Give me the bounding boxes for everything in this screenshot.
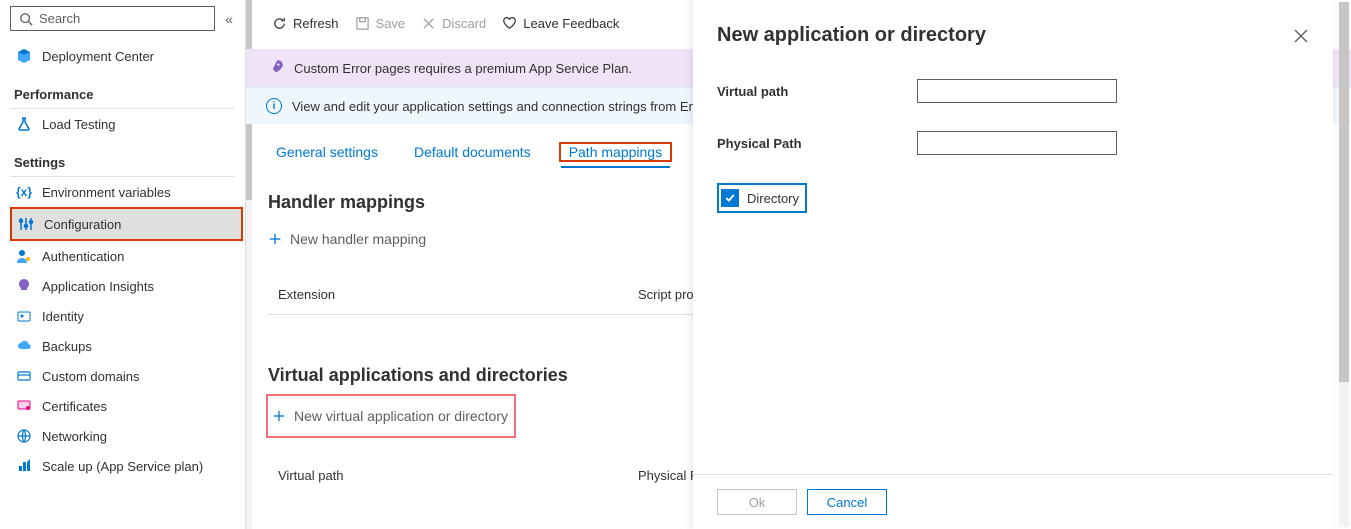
directory-checkbox[interactable] bbox=[721, 189, 739, 207]
sidebar-item-label: Scale up (App Service plan) bbox=[42, 459, 203, 474]
new-handler-mapping-button[interactable]: New handler mapping bbox=[268, 221, 426, 257]
sidebar-item-deployment-center[interactable]: Deployment Center bbox=[10, 41, 245, 71]
sidebar-item-certificates[interactable]: Certificates bbox=[10, 391, 245, 421]
search-input[interactable]: Search bbox=[10, 6, 215, 31]
toolbar-label: Refresh bbox=[293, 16, 339, 31]
physical-path-label: Physical Path bbox=[717, 136, 917, 151]
sidebar-item-label: Custom domains bbox=[42, 369, 140, 384]
tab-general-settings[interactable]: General settings bbox=[268, 138, 386, 166]
sidebar-item-label: Networking bbox=[42, 429, 107, 444]
sidebar-item-identity[interactable]: Identity bbox=[10, 301, 245, 331]
sidebar-item-label: Identity bbox=[42, 309, 84, 324]
rocket-icon bbox=[266, 59, 284, 77]
ok-button[interactable]: Ok bbox=[717, 489, 797, 515]
sidebar-item-backups[interactable]: Backups bbox=[10, 331, 245, 361]
sidebar-item-configuration[interactable]: Configuration bbox=[12, 209, 241, 239]
sidebar-item-load-testing[interactable]: Load Testing bbox=[10, 109, 245, 139]
sidebar-item-label: Backups bbox=[42, 339, 92, 354]
directory-label: Directory bbox=[747, 191, 799, 206]
search-placeholder: Search bbox=[39, 11, 80, 26]
sidebar-item-label: Load Testing bbox=[42, 117, 116, 132]
sidebar-item-custom-domains[interactable]: Custom domains bbox=[10, 361, 245, 391]
collapse-sidebar-button[interactable]: « bbox=[221, 11, 237, 27]
sidebar-section-settings: Settings bbox=[10, 139, 235, 177]
check-icon bbox=[724, 192, 736, 204]
scale-up-icon bbox=[16, 458, 32, 474]
refresh-button[interactable]: Refresh bbox=[272, 16, 339, 31]
sidebar-item-authentication[interactable]: Authentication bbox=[10, 241, 245, 271]
discard-icon bbox=[421, 16, 436, 31]
banner-text: Custom Error pages requires a premium Ap… bbox=[294, 61, 632, 76]
sidebar-item-label: Certificates bbox=[42, 399, 107, 414]
panel-title: New application or directory bbox=[717, 24, 986, 47]
info-icon: i bbox=[266, 98, 282, 114]
network-icon bbox=[16, 428, 32, 444]
sidebar-section-performance: Performance bbox=[10, 71, 235, 109]
discard-button[interactable]: Discard bbox=[421, 16, 486, 31]
tab-default-documents[interactable]: Default documents bbox=[406, 138, 539, 166]
bulb-icon bbox=[16, 278, 32, 294]
close-icon[interactable] bbox=[1293, 28, 1309, 44]
user-key-icon bbox=[16, 248, 32, 264]
col-extension: Extension bbox=[278, 287, 478, 302]
toolbar-label: Leave Feedback bbox=[523, 16, 619, 31]
physical-path-input[interactable] bbox=[917, 131, 1117, 155]
sidebar-item-application-insights[interactable]: Application Insights bbox=[10, 271, 245, 301]
add-link-label: New handler mapping bbox=[290, 231, 426, 247]
sidebar-item-label: Environment variables bbox=[42, 185, 171, 200]
sliders-icon bbox=[18, 216, 34, 232]
refresh-icon bbox=[272, 16, 287, 31]
new-virtual-app-button[interactable]: New virtual application or directory bbox=[272, 398, 508, 434]
flask-icon bbox=[16, 116, 32, 132]
sidebar-item-scale-up[interactable]: Scale up (App Service plan) bbox=[10, 451, 245, 481]
leave-feedback-button[interactable]: Leave Feedback bbox=[502, 16, 619, 31]
cloud-icon bbox=[16, 338, 32, 354]
certificate-icon bbox=[16, 398, 32, 414]
tab-path-mappings[interactable]: Path mappings bbox=[561, 138, 670, 168]
sidebar-item-label: Application Insights bbox=[42, 279, 154, 294]
infobar-text: View and edit your application settings … bbox=[292, 99, 702, 114]
id-icon bbox=[16, 308, 32, 324]
virtual-path-input[interactable] bbox=[917, 79, 1117, 103]
save-icon bbox=[355, 16, 370, 31]
sidebar-item-label: Configuration bbox=[44, 217, 121, 232]
cancel-button[interactable]: Cancel bbox=[807, 489, 887, 515]
new-app-panel: New application or directory Virtual pat… bbox=[693, 0, 1333, 529]
sidebar-item-label: Deployment Center bbox=[42, 49, 154, 64]
sidebar: Search « Deployment Center Performance L… bbox=[0, 0, 246, 529]
virtual-path-label: Virtual path bbox=[717, 84, 917, 99]
plus-icon bbox=[272, 409, 286, 423]
tab-path-mappings-highlight: Path mappings bbox=[559, 142, 672, 162]
col-virtual-path: Virtual path bbox=[278, 468, 478, 483]
sidebar-item-label: Authentication bbox=[42, 249, 124, 264]
page-scrollbar-thumb[interactable] bbox=[1339, 2, 1349, 382]
sidebar-item-environment-variables[interactable]: {x} Environment variables bbox=[10, 177, 245, 207]
box-icon bbox=[16, 48, 32, 64]
heart-icon bbox=[502, 16, 517, 31]
plus-icon bbox=[268, 232, 282, 246]
globe-icon bbox=[16, 368, 32, 384]
variable-icon: {x} bbox=[16, 184, 32, 200]
search-icon bbox=[19, 12, 33, 26]
save-button[interactable]: Save bbox=[355, 16, 406, 31]
add-link-label: New virtual application or directory bbox=[294, 408, 508, 424]
toolbar-label: Discard bbox=[442, 16, 486, 31]
toolbar-label: Save bbox=[376, 16, 406, 31]
sidebar-item-networking[interactable]: Networking bbox=[10, 421, 245, 451]
